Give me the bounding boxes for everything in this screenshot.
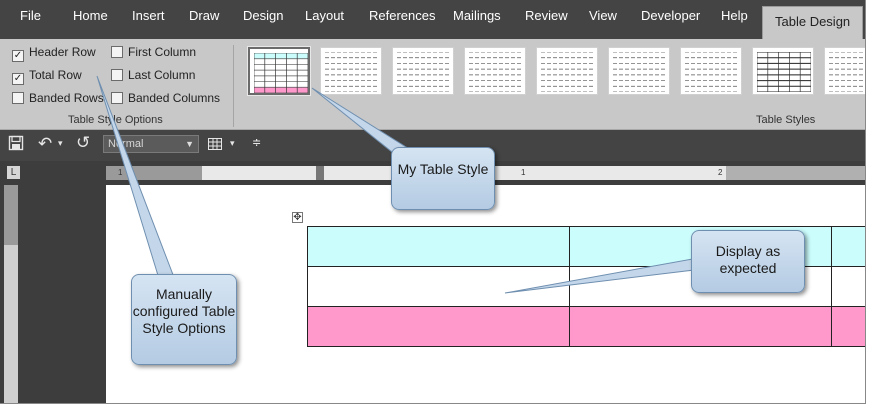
callout-display-as-expected: Display as expected	[691, 230, 805, 293]
callout-text: Display as expected	[715, 243, 781, 276]
callout-my-table-style: My Table Style	[391, 147, 495, 210]
callout-text: Manually configured Table Style Options	[132, 286, 236, 336]
callout-text: My Table Style	[397, 161, 489, 177]
callout-manually-configured: Manually configured Table Style Options	[131, 274, 237, 365]
pointer-manually-configured	[96, 75, 176, 283]
pointer-display-as-expected	[504, 257, 699, 294]
word-window: File Home Insert Draw Design Layout Refe…	[0, 0, 866, 404]
